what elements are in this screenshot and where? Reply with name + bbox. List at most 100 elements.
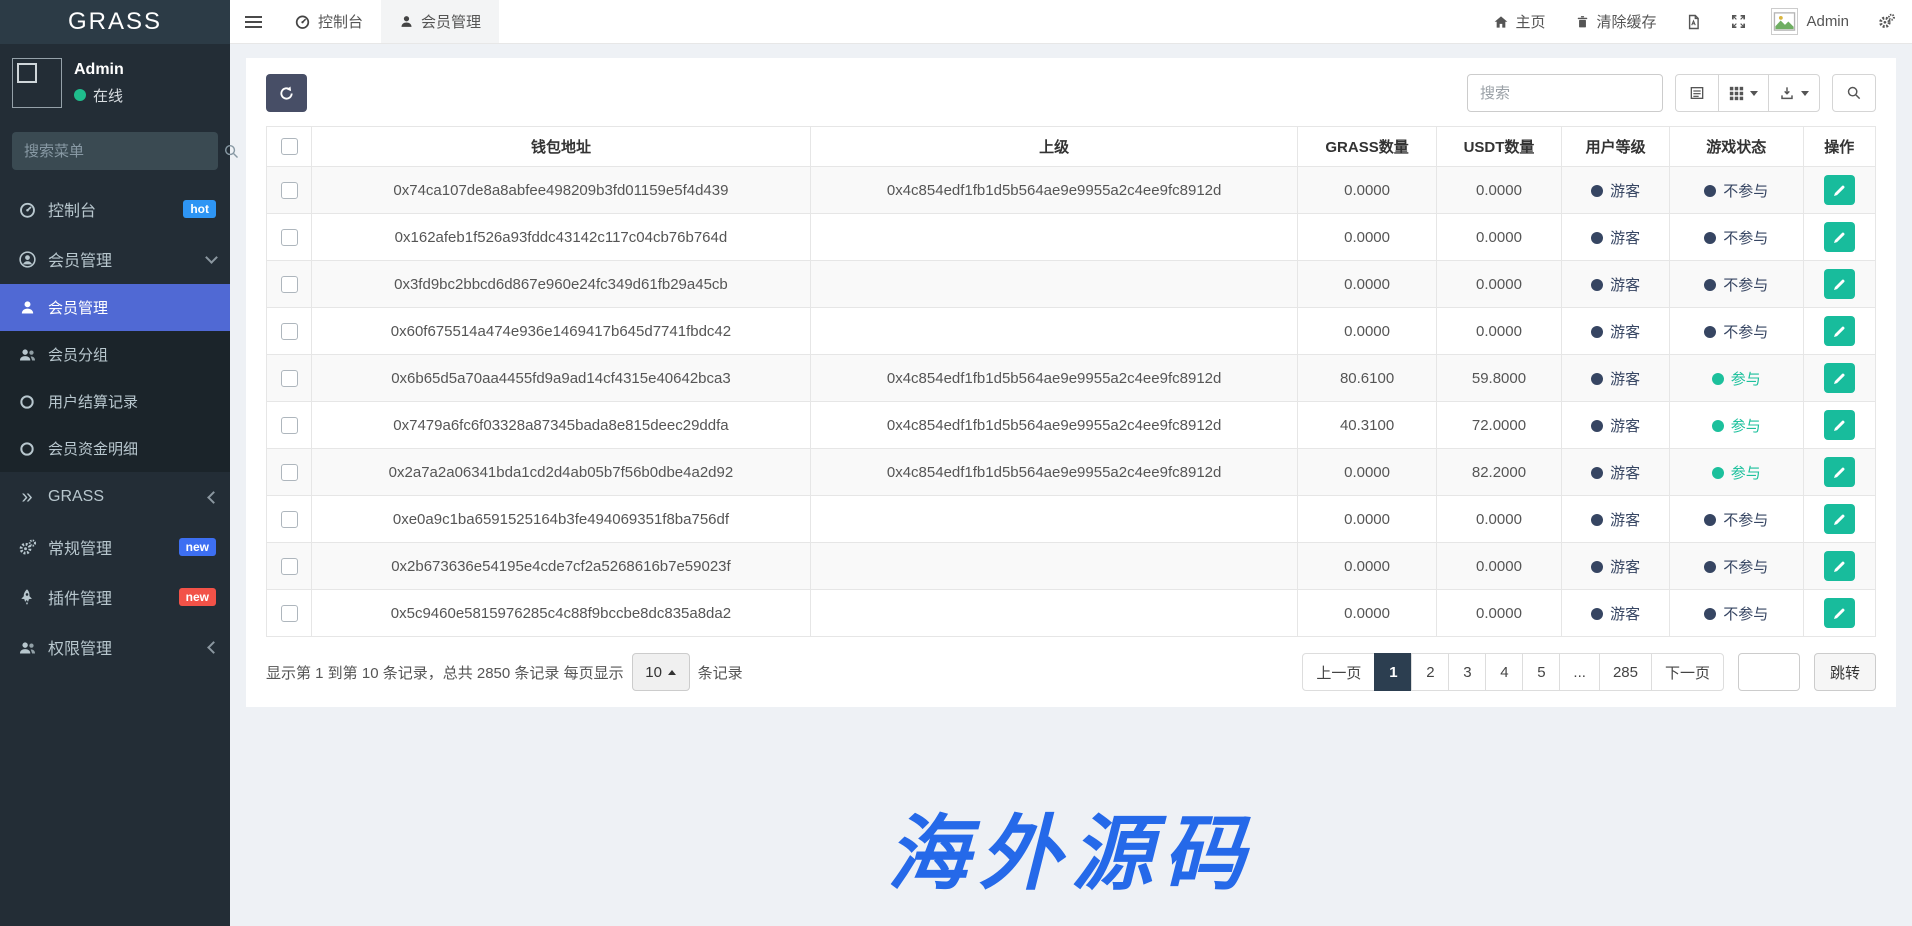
sidebar-menu: 控制台 hot 会员管理 会员管理 会员分组 [0,184,230,672]
edit-button[interactable] [1824,222,1855,252]
cogs-icon [14,538,40,557]
level-dot-icon [1591,561,1603,573]
row-checkbox[interactable] [281,323,298,340]
edit-button[interactable] [1824,316,1855,346]
page-size-value: 10 [645,664,662,681]
export-button[interactable] [1768,74,1820,112]
page-button[interactable]: 285 [1599,653,1652,691]
sidebar-submenu: 会员管理 会员分组 用户结算记录 会员资金明细 [0,284,230,472]
user-level-cell: 游客 [1562,449,1670,496]
edit-button[interactable] [1824,363,1855,393]
user-level-cell: 游客 [1562,214,1670,261]
edit-button[interactable] [1824,551,1855,581]
new-badge: new [179,538,216,556]
column-header-actions: 操作 [1803,127,1875,167]
usdt-amount-cell: 72.0000 [1436,402,1562,449]
online-label: 在线 [93,85,123,106]
column-header-upline: 上级 [810,127,1298,167]
sidebar-item-label: 会员管理 [48,297,216,318]
sidebar-toggle-button[interactable] [230,0,276,43]
row-checkbox[interactable] [281,417,298,434]
edit-button[interactable] [1824,175,1855,205]
page-jump-input[interactable] [1738,653,1800,691]
navbar-avatar[interactable] [1771,8,1798,35]
navbar-username[interactable]: Admin [1806,13,1849,30]
sidebar-group-permission[interactable]: 权限管理 [0,622,230,672]
user-level-cell: 游客 [1562,590,1670,637]
fullscreen-button[interactable] [1716,13,1761,30]
row-select-cell [267,308,312,355]
select-all-checkbox[interactable] [281,138,298,155]
edit-button[interactable] [1824,269,1855,299]
sidebar-item-member-group[interactable]: 会员分组 [0,331,230,378]
page-button[interactable]: 4 [1485,653,1523,691]
status-dot-icon [1704,185,1716,197]
edit-button[interactable] [1824,457,1855,487]
columns-button[interactable] [1718,74,1769,112]
sidebar-item-fund-details[interactable]: 会员资金明细 [0,425,230,472]
row-select-cell [267,543,312,590]
row-checkbox[interactable] [281,370,298,387]
game-status-cell: 不参与 [1670,308,1804,355]
user-level-cell: 游客 [1562,543,1670,590]
row-checkbox[interactable] [281,464,298,481]
advanced-search-button[interactable] [1832,74,1876,112]
home-label: 主页 [1515,11,1545,32]
page-button[interactable]: 下一页 [1651,653,1724,691]
page-size-dropdown[interactable]: 10 [632,653,690,691]
page-button[interactable]: 上一页 [1302,653,1375,691]
sidebar-search-input[interactable] [24,143,223,160]
sidebar-item-settle-records[interactable]: 用户结算记录 [0,378,230,425]
refresh-button[interactable] [266,74,307,112]
pencil-icon [1832,183,1847,198]
page-button[interactable]: 5 [1522,653,1560,691]
sidebar-group-member[interactable]: 会员管理 [0,234,230,284]
row-checkbox[interactable] [281,558,298,575]
table-row: 0x6b65d5a70aa4455fd9a9ad14cf4315e40642bc… [267,355,1876,402]
row-select-cell [267,214,312,261]
row-checkbox[interactable] [281,605,298,622]
avatar [12,58,62,108]
row-checkbox[interactable] [281,511,298,528]
page-button[interactable]: 1 [1374,653,1412,691]
page-button[interactable]: ... [1559,653,1600,691]
tab-dashboard[interactable]: 控制台 [276,0,381,43]
clear-cache-link[interactable]: 清除缓存 [1560,11,1671,32]
page-jump-button[interactable]: 跳转 [1814,653,1876,691]
wallet-address-cell: 0xe0a9c1ba6591525164b3fe494069351f8ba756… [312,496,811,543]
sidebar-item-label: GRASS [48,488,209,506]
gear-icon [1877,12,1896,31]
sidebar-item-general-manage[interactable]: 常规管理 new [0,522,230,572]
row-checkbox[interactable] [281,276,298,293]
tab-member-manage[interactable]: 会员管理 [381,0,499,43]
caret-up-icon [668,670,676,675]
settings-button[interactable] [1863,12,1902,31]
card-view-button[interactable] [1675,74,1719,112]
table-search-input[interactable] [1467,74,1663,112]
home-link[interactable]: 主页 [1478,11,1560,32]
actions-cell [1803,261,1875,308]
page-button[interactable]: 3 [1448,653,1486,691]
row-checkbox[interactable] [281,229,298,246]
status-dot-icon [1704,232,1716,244]
language-doc-button[interactable] [1671,13,1716,31]
sidebar-item-plugin-manage[interactable]: 插件管理 new [0,572,230,622]
edit-button[interactable] [1824,504,1855,534]
table-row: 0x74ca107de8a8abfee498209b3fd01159e5f4d4… [267,167,1876,214]
sidebar-item-member-manage[interactable]: 会员管理 [0,284,230,331]
page-button[interactable]: 2 [1411,653,1449,691]
page-list: 上一页12345...285下一页 [1302,653,1724,691]
level-dot-icon [1591,279,1603,291]
level-dot-icon [1591,608,1603,620]
sidebar-group-grass[interactable]: » GRASS [0,472,230,522]
user-panel: Admin 在线 [0,44,230,124]
circle-o-icon [14,441,40,457]
user-icon [14,299,40,316]
grass-amount-cell: 0.0000 [1298,214,1436,261]
sidebar-item-dashboard[interactable]: 控制台 hot [0,184,230,234]
edit-button[interactable] [1824,410,1855,440]
table-row: 0x3fd9bc2bbcd6d867e960e24fc349d61fb29a45… [267,261,1876,308]
usdt-amount-cell: 0.0000 [1436,261,1562,308]
edit-button[interactable] [1824,598,1855,628]
row-checkbox[interactable] [281,182,298,199]
